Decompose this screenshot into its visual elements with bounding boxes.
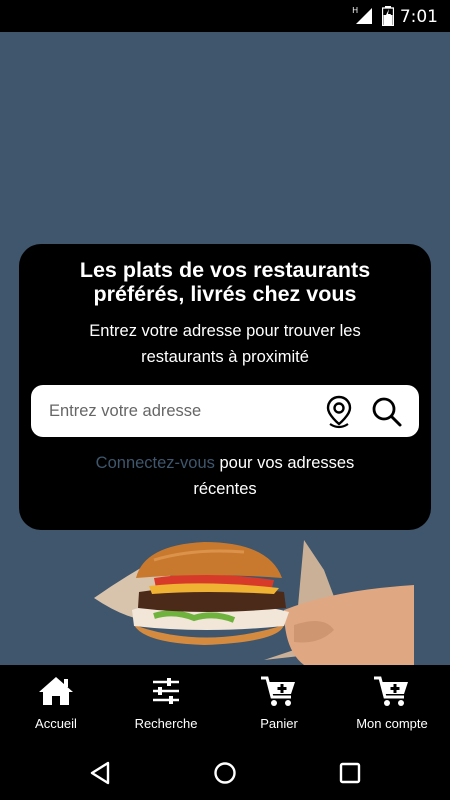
- sliders-icon: [153, 678, 179, 704]
- back-icon[interactable]: [86, 759, 114, 787]
- battery-charging-icon: [382, 6, 394, 26]
- system-navigation-bar: [0, 745, 450, 800]
- nav-label-accueil: Accueil: [35, 716, 77, 731]
- bottom-navigation: Accueil Recherche Panier Mon compte: [0, 665, 450, 745]
- cart-add-icon: [374, 676, 408, 706]
- nav-item-accueil[interactable]: Accueil: [0, 665, 112, 745]
- card-title-line2: préférés, livrés chez vous: [93, 282, 357, 306]
- nav-item-panier[interactable]: Panier: [223, 665, 335, 745]
- nav-label-panier: Panier: [260, 716, 298, 731]
- status-bar: H 7:01: [0, 0, 450, 32]
- home-icon: [39, 677, 73, 705]
- nav-item-recherche[interactable]: Recherche: [110, 665, 222, 745]
- nav-item-mon-compte[interactable]: Mon compte: [336, 665, 448, 745]
- address-card: Les plats de vos restaurants préférés, l…: [19, 244, 431, 530]
- card-subtitle-line2: restaurants à proximité: [141, 348, 309, 366]
- card-title: Les plats de vos restaurants préférés, l…: [19, 258, 431, 306]
- nav-label-recherche: Recherche: [134, 716, 198, 731]
- login-hint-line2: récentes: [193, 480, 257, 498]
- card-subtitle: Entrez votre adresse pour trouver les re…: [19, 318, 431, 370]
- home-button-icon[interactable]: [211, 759, 239, 787]
- location-pin-icon[interactable]: [323, 394, 355, 430]
- signal-icon: [356, 8, 372, 24]
- cart-add-icon: [261, 676, 295, 706]
- login-link[interactable]: Connectez-vous: [96, 454, 215, 472]
- address-input[interactable]: [49, 399, 309, 423]
- address-search-box: [31, 385, 419, 437]
- burger-image: [94, 540, 414, 665]
- clock: 7:01: [399, 7, 438, 27]
- card-title-line1: Les plats de vos restaurants: [79, 258, 371, 282]
- search-icon[interactable]: [371, 396, 403, 428]
- login-hint: Connectez-vous pour vos adresses récente…: [19, 450, 431, 502]
- login-hint-text: pour vos adresses: [214, 454, 355, 472]
- card-subtitle-line1: Entrez votre adresse pour trouver les: [89, 322, 361, 340]
- recents-icon[interactable]: [336, 759, 364, 787]
- nav-label-mon-compte: Mon compte: [356, 716, 428, 731]
